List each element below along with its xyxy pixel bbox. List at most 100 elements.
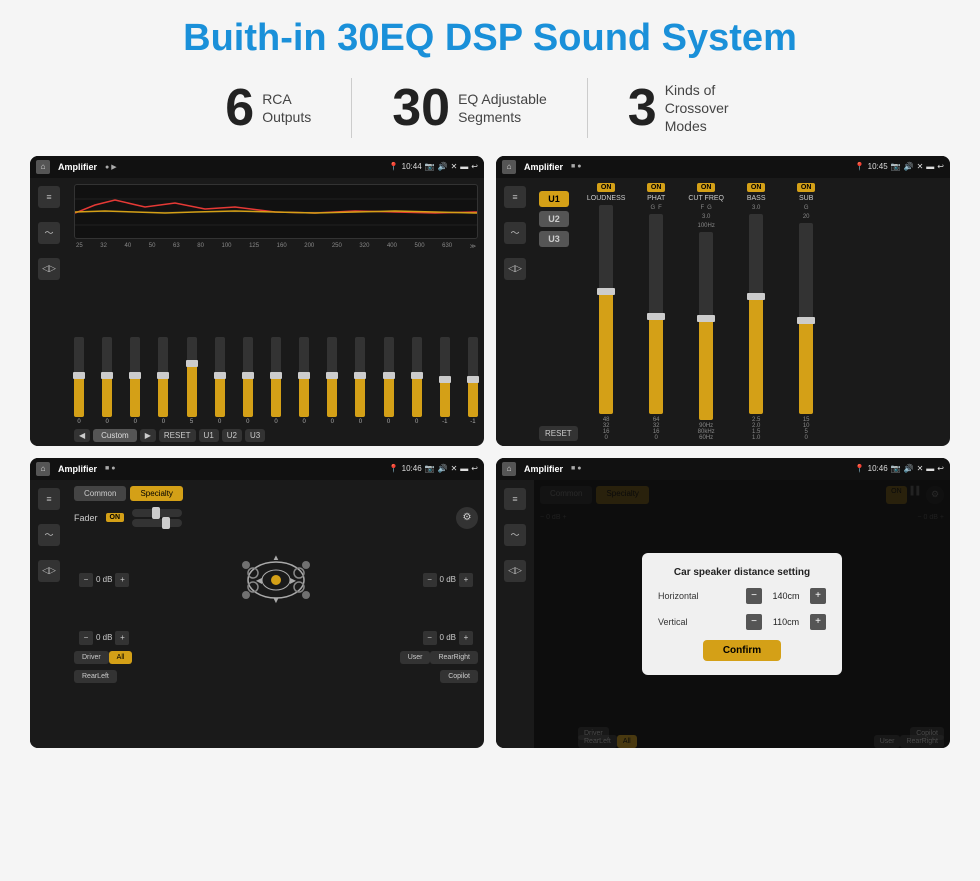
- eq-slider-5[interactable]: 5: [187, 337, 197, 425]
- eq-icon-1[interactable]: ≡: [38, 186, 60, 208]
- eq-slider-2[interactable]: 0: [102, 337, 112, 425]
- sub-slider[interactable]: [799, 223, 813, 414]
- eq-u3-btn[interactable]: U3: [245, 429, 265, 442]
- horizontal-ctrl: − 140cm +: [746, 588, 826, 604]
- home-icon[interactable]: ⌂: [36, 160, 50, 174]
- sub-on[interactable]: ON: [797, 183, 816, 192]
- fader-tab-specialty[interactable]: Specialty: [130, 486, 182, 501]
- fader-rearright-btn[interactable]: RearRight: [430, 651, 478, 664]
- time-2: 10:45: [868, 162, 888, 171]
- page-title: Buith-in 30EQ DSP Sound System: [183, 18, 797, 60]
- play-icon-4: ■ ●: [571, 465, 581, 472]
- screen-speaker-dist: ⌂ Amplifier ■ ● 📍 10:46 📷 🔊 ✕ ▬ ↩ ≡ 〜: [496, 458, 950, 748]
- svg-text:▶: ▶: [290, 576, 297, 585]
- fader-user-btn[interactable]: User: [400, 651, 431, 664]
- u3-btn[interactable]: U3: [539, 231, 569, 247]
- horizontal-minus-btn[interactable]: −: [746, 588, 762, 604]
- eq-slider-4[interactable]: 0: [158, 337, 168, 425]
- back-icon-3[interactable]: ↩: [471, 464, 478, 473]
- phat-slider[interactable]: [649, 214, 663, 414]
- amp-icon-3[interactable]: ◁▷: [504, 258, 526, 280]
- home-icon-2[interactable]: ⌂: [502, 160, 516, 174]
- horizontal-plus-btn[interactable]: +: [810, 588, 826, 604]
- eq-slider-1[interactable]: 0: [74, 337, 84, 425]
- spk-icon-1[interactable]: ≡: [504, 488, 526, 510]
- eq-slider-7[interactable]: 0: [243, 337, 253, 425]
- fader-val-3: 0 dB: [96, 633, 112, 642]
- u2-btn[interactable]: U2: [539, 211, 569, 227]
- bass-slider[interactable]: [749, 214, 763, 414]
- statusbar-amp: ⌂ Amplifier ■ ● 📍 10:45 📷 🔊 ✕ ▬ ↩: [496, 156, 950, 178]
- cutfreq-slider[interactable]: [699, 232, 713, 420]
- fader-icon-3[interactable]: ◁▷: [38, 560, 60, 582]
- fader-minus-4[interactable]: −: [423, 631, 437, 645]
- stats-row: 6 RCAOutputs 30 EQ AdjustableSegments 3 …: [30, 78, 950, 138]
- fader-db-left-2: − 0 dB +: [79, 631, 129, 645]
- amp-reset-btn[interactable]: RESET: [539, 426, 578, 441]
- fader-rearleft-btn[interactable]: RearLeft: [74, 670, 117, 683]
- fader-icon-2[interactable]: 〜: [38, 524, 60, 546]
- eq-slider-8[interactable]: 0: [271, 337, 281, 425]
- spk-icon-3[interactable]: ◁▷: [504, 560, 526, 582]
- fader-settings-icon[interactable]: ⚙: [456, 507, 478, 529]
- fader-on-badge[interactable]: ON: [106, 513, 125, 522]
- eq-slider-14[interactable]: -1: [440, 337, 450, 425]
- fader-minus-1[interactable]: −: [79, 573, 93, 587]
- eq-curve-svg: [75, 185, 477, 238]
- eq-play-btn[interactable]: ▶: [140, 429, 156, 442]
- eq-icon-2[interactable]: 〜: [38, 222, 60, 244]
- fader-icon-1[interactable]: ≡: [38, 488, 60, 510]
- u1-btn[interactable]: U1: [539, 191, 569, 207]
- time-1: 10:44: [402, 162, 422, 171]
- eq-slider-10[interactable]: 0: [327, 337, 337, 425]
- fader-tab-common[interactable]: Common: [74, 486, 126, 501]
- fader-h-track-1[interactable]: [132, 509, 182, 517]
- eq-slider-15[interactable]: -1: [468, 337, 478, 425]
- fader-db-row-2: − 0 dB + − 0 dB +: [74, 631, 478, 645]
- vertical-plus-btn[interactable]: +: [810, 614, 826, 630]
- phat-label: PHAT: [647, 195, 665, 202]
- fader-copilot-btn[interactable]: Copilot: [440, 670, 478, 683]
- fader-minus-2[interactable]: −: [423, 573, 437, 587]
- eq-slider-3[interactable]: 0: [130, 337, 140, 425]
- phat-on[interactable]: ON: [647, 183, 666, 192]
- eq-slider-6[interactable]: 0: [215, 337, 225, 425]
- eq-prev-btn[interactable]: ◀: [74, 429, 90, 442]
- eq-slider-11[interactable]: 0: [355, 337, 365, 425]
- vertical-minus-btn[interactable]: −: [746, 614, 762, 630]
- eq-reset-btn[interactable]: RESET: [159, 429, 196, 442]
- fader-bottom-btns-2: RearLeft Copilot: [74, 670, 478, 683]
- eq-u2-btn[interactable]: U2: [222, 429, 242, 442]
- back-icon-2[interactable]: ↩: [937, 162, 944, 171]
- back-icon-1[interactable]: ↩: [471, 162, 478, 171]
- screen-amp: ⌂ Amplifier ■ ● 📍 10:45 📷 🔊 ✕ ▬ ↩ ≡ 〜: [496, 156, 950, 446]
- eq-u1-btn[interactable]: U1: [199, 429, 219, 442]
- fader-minus-3[interactable]: −: [79, 631, 93, 645]
- home-icon-4[interactable]: ⌂: [502, 462, 516, 476]
- loudness-slider[interactable]: [599, 205, 613, 414]
- stat-item-eq: 30 EQ AdjustableSegments: [352, 82, 587, 134]
- fader-h-track-2[interactable]: [132, 519, 182, 527]
- amp-icon-2[interactable]: 〜: [504, 222, 526, 244]
- home-icon-3[interactable]: ⌂: [36, 462, 50, 476]
- back-icon-4[interactable]: ↩: [937, 464, 944, 473]
- fader-plus-2[interactable]: +: [459, 573, 473, 587]
- fader-plus-4[interactable]: +: [459, 631, 473, 645]
- fader-driver-btn[interactable]: Driver: [74, 651, 109, 664]
- fader-plus-1[interactable]: +: [115, 573, 129, 587]
- fader-all-btn[interactable]: All: [109, 651, 133, 664]
- eq-icon-3[interactable]: ◁▷: [38, 258, 60, 280]
- spk-icon-2[interactable]: 〜: [504, 524, 526, 546]
- confirm-button[interactable]: Confirm: [703, 640, 781, 661]
- loudness-on[interactable]: ON: [597, 183, 616, 192]
- spk-side-icons: ≡ 〜 ◁▷: [496, 480, 534, 748]
- cutfreq-on[interactable]: ON: [697, 183, 716, 192]
- eq-slider-9[interactable]: 0: [299, 337, 309, 425]
- eq-slider-12[interactable]: 0: [384, 337, 394, 425]
- amp-main-area: U1 U2 U3 RESET ON LOUDNESS: [534, 178, 950, 446]
- screens-grid: ⌂ Amplifier ● ▶ 📍 10:44 📷 🔊 ✕ ▬ ↩ ≡ 〜: [30, 156, 950, 748]
- fader-plus-3[interactable]: +: [115, 631, 129, 645]
- eq-slider-13[interactable]: 0: [412, 337, 422, 425]
- amp-icon-1[interactable]: ≡: [504, 186, 526, 208]
- bass-on[interactable]: ON: [747, 183, 766, 192]
